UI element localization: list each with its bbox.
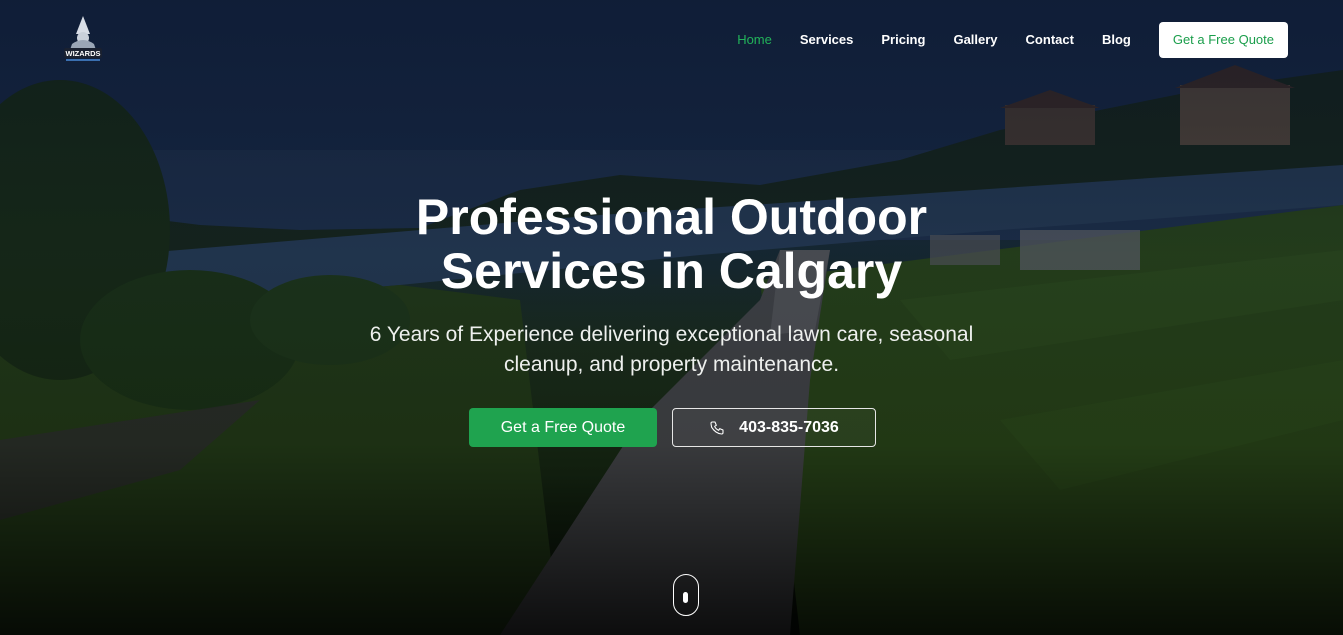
logo-text: WIZARDS <box>66 49 101 58</box>
hero-title-line1: Professional Outdoor <box>415 189 928 245</box>
hero-title-line2: Services in Calgary <box>440 243 903 299</box>
nav-gallery[interactable]: Gallery <box>953 22 997 58</box>
main-nav: Home Services Pricing Gallery Contact Bl… <box>737 22 1288 58</box>
phone-number-label: 403-835-7036 <box>739 418 839 436</box>
hero-section <box>0 0 1343 635</box>
wizard-logo-icon[interactable]: WIZARDS <box>60 14 106 64</box>
nav-blog[interactable]: Blog <box>1102 22 1131 58</box>
phone-icon <box>710 420 724 435</box>
nav-services[interactable]: Services <box>800 22 854 58</box>
hero-subtitle: 6 Years of Experience delivering excepti… <box>0 320 1343 380</box>
hero-phone-button[interactable]: 403-835-7036 <box>672 408 876 447</box>
scroll-dot <box>683 592 688 603</box>
mouse-scroll-icon[interactable] <box>673 574 699 616</box>
nav-pricing[interactable]: Pricing <box>881 22 925 58</box>
hero-free-quote-button[interactable]: Get a Free Quote <box>469 408 657 447</box>
hero-title: Professional Outdoor Services in Calgary <box>0 190 1343 298</box>
nav-contact[interactable]: Contact <box>1026 22 1074 58</box>
nav-free-quote-button[interactable]: Get a Free Quote <box>1158 22 1288 58</box>
hero-subtitle-line1: 6 Years of Experience delivering excepti… <box>369 323 974 346</box>
hero-dark-overlay <box>0 0 1343 635</box>
nav-home[interactable]: Home <box>737 22 772 58</box>
hero-subtitle-line2: cleanup, and property maintenance. <box>503 353 840 376</box>
